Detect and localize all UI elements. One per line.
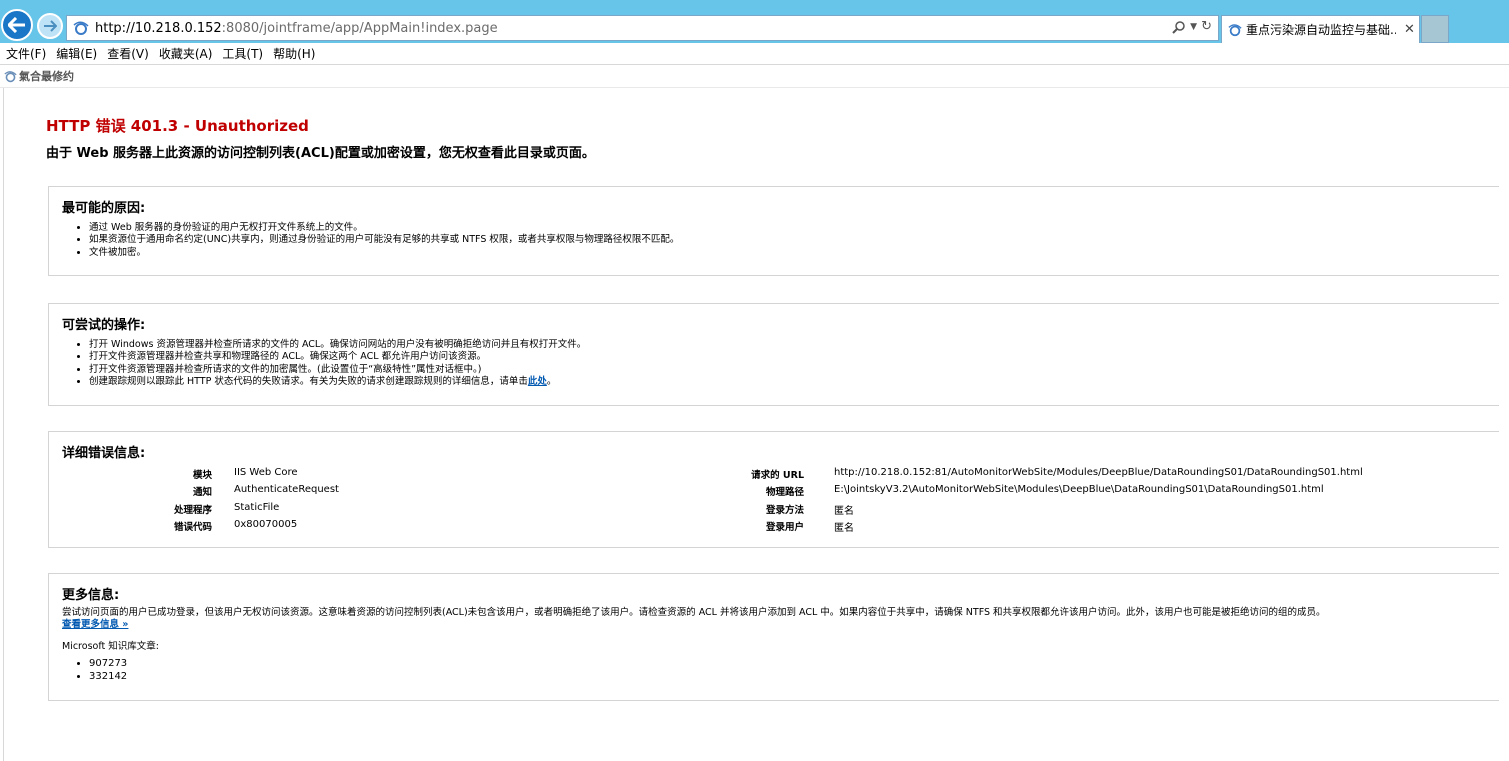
detail-value: IIS Web Core: [234, 467, 298, 478]
new-tab-button[interactable]: [1421, 15, 1449, 43]
menu-bar: 文件(F) 编辑(E) 查看(V) 收藏夹(A) 工具(T) 帮助(H): [0, 43, 1509, 65]
list-item: 332142: [89, 671, 127, 684]
url-host: http://10.218.0.152: [95, 20, 222, 36]
list-item: 创建跟踪规则以跟踪此 HTTP 状态代码的失败请求。有关为失败的请求创建跟踪规则…: [89, 376, 586, 388]
more-info-link-wrap: 查看更多信息 »: [62, 616, 128, 630]
detail-label: 登录用户: [765, 522, 804, 533]
action-text: 创建跟踪规则以跟踪此 HTTP 状态代码的失败请求。有关为失败的请求创建跟踪规则…: [89, 375, 528, 387]
back-button[interactable]: [1, 9, 33, 41]
menu-tools[interactable]: 工具(T): [222, 45, 263, 62]
actions-list: 打开 Windows 资源管理器并检查所请求的文件的 ACL。确保访问网站的用户…: [89, 339, 586, 388]
more-heading: 更多信息:: [62, 588, 120, 603]
causes-heading: 最可能的原因:: [62, 201, 146, 216]
close-icon[interactable]: ✕: [1404, 22, 1415, 37]
favorite-label: 氣合最修约: [19, 70, 74, 83]
more-text: 尝试访问页面的用户已成功登录，但该用户无权访问该资源。这意味着资源的访问控制列表…: [62, 607, 1326, 618]
detail-value: 0x80070005: [234, 519, 298, 530]
search-icon[interactable]: [1172, 20, 1186, 34]
actions-heading: 可尝试的操作:: [62, 318, 146, 333]
detail-value: E:\JointskyV3.2\AutoMonitorWebSite\Modul…: [834, 484, 1324, 495]
causes-section: 最可能的原因: 通过 Web 服务器的身份验证的用户无权打开文件系统上的文件。 …: [48, 186, 1509, 276]
causes-list: 通过 Web 服务器的身份验证的用户无权打开文件系统上的文件。 如果资源位于通用…: [89, 222, 679, 259]
list-item: 打开 Windows 资源管理器并检查所请求的文件的 ACL。确保访问网站的用户…: [89, 339, 586, 351]
list-item: 通过 Web 服务器的身份验证的用户无权打开文件系统上的文件。: [89, 222, 679, 234]
details-section: 详细错误信息: 模块 IIS Web Core 通知 AuthenticateR…: [48, 431, 1509, 548]
detail-label: 处理程序: [173, 505, 212, 516]
ie-tab-icon: [1228, 23, 1242, 36]
forward-button[interactable]: [37, 13, 63, 39]
detail-label: 请求的 URL: [751, 470, 804, 481]
detail-value: 匿名: [834, 506, 854, 517]
ie-favicon-icon: [73, 21, 89, 35]
error-title: HTTP 错误 401.3 - Unauthorized: [46, 117, 309, 135]
detail-label: 物理路径: [765, 487, 804, 498]
scrollbar[interactable]: [1499, 88, 1509, 761]
menu-favorites[interactable]: 收藏夹(A): [159, 45, 213, 62]
dropdown-icon[interactable]: ▼: [1190, 22, 1197, 32]
menu-edit[interactable]: 编辑(E): [56, 45, 97, 62]
detail-label: 通知: [192, 487, 212, 498]
detail-label: 错误代码: [173, 522, 212, 533]
details-heading: 详细错误信息:: [62, 446, 146, 461]
detail-label: 模块: [192, 470, 212, 481]
tab-active[interactable]: 重点污染源自动监控与基础... ✕: [1221, 15, 1420, 43]
detail-label: 登录方法: [765, 505, 804, 516]
list-item: 文件被加密。: [89, 247, 679, 259]
ie-favicon-icon: [4, 70, 17, 82]
address-bar[interactable]: http://10.218.0.152:8080/jointframe/app/…: [66, 15, 1219, 41]
detail-value: StaticFile: [234, 502, 280, 513]
actions-section: 可尝试的操作: 打开 Windows 资源管理器并检查所请求的文件的 ACL。确…: [48, 303, 1509, 406]
error-subtitle: 由于 Web 服务器上此资源的访问控制列表(ACL)配置或加密设置，您无权查看此…: [46, 146, 595, 161]
address-tools: ▼ ↻: [1172, 19, 1212, 34]
more-info-link[interactable]: 查看更多信息 »: [62, 619, 128, 630]
arrow-right-icon: [44, 20, 57, 32]
arrow-left-icon: [8, 17, 25, 33]
browser-titlebar: http://10.218.0.152:8080/jointframe/app/…: [0, 0, 1509, 43]
refresh-icon[interactable]: ↻: [1201, 19, 1212, 34]
detail-value: AuthenticateRequest: [234, 484, 339, 495]
menu-file[interactable]: 文件(F): [6, 45, 46, 62]
action-suffix: 。: [546, 375, 557, 387]
favorite-item[interactable]: 氣合最修约: [4, 68, 74, 84]
menu-view[interactable]: 查看(V): [107, 45, 149, 62]
here-link[interactable]: 此处: [528, 376, 547, 387]
menu-help[interactable]: 帮助(H): [273, 45, 315, 62]
detail-value: http://10.218.0.152:81/AutoMonitorWebSit…: [834, 467, 1363, 478]
page-content: HTTP 错误 401.3 - Unauthorized 由于 Web 服务器上…: [3, 88, 1509, 761]
favorites-bar: 氣合最修约: [0, 65, 1509, 88]
kb-list: 907273 332142: [89, 658, 127, 683]
detail-value: 匿名: [834, 523, 854, 534]
list-item: 打开文件资源管理器并检查所请求的文件的加密属性。(此设置位于“高级特性”属性对话…: [89, 364, 586, 376]
address-url[interactable]: http://10.218.0.152:8080/jointframe/app/…: [95, 21, 498, 36]
url-path: :8080/jointframe/app/AppMain!index.page: [221, 20, 498, 36]
list-item: 如果资源位于通用命名约定(UNC)共享内，则通过身份验证的用户可能没有足够的共享…: [89, 234, 679, 246]
tab-title: 重点污染源自动监控与基础...: [1246, 23, 1396, 37]
more-info-section: 更多信息: 尝试访问页面的用户已成功登录，但该用户无权访问该资源。这意味着资源的…: [48, 573, 1509, 701]
list-item: 打开文件资源管理器并检查共享和物理路径的 ACL。确保这两个 ACL 都允许用户…: [89, 351, 586, 363]
kb-label: Microsoft 知识库文章:: [62, 641, 159, 652]
list-item: 907273: [89, 658, 127, 671]
